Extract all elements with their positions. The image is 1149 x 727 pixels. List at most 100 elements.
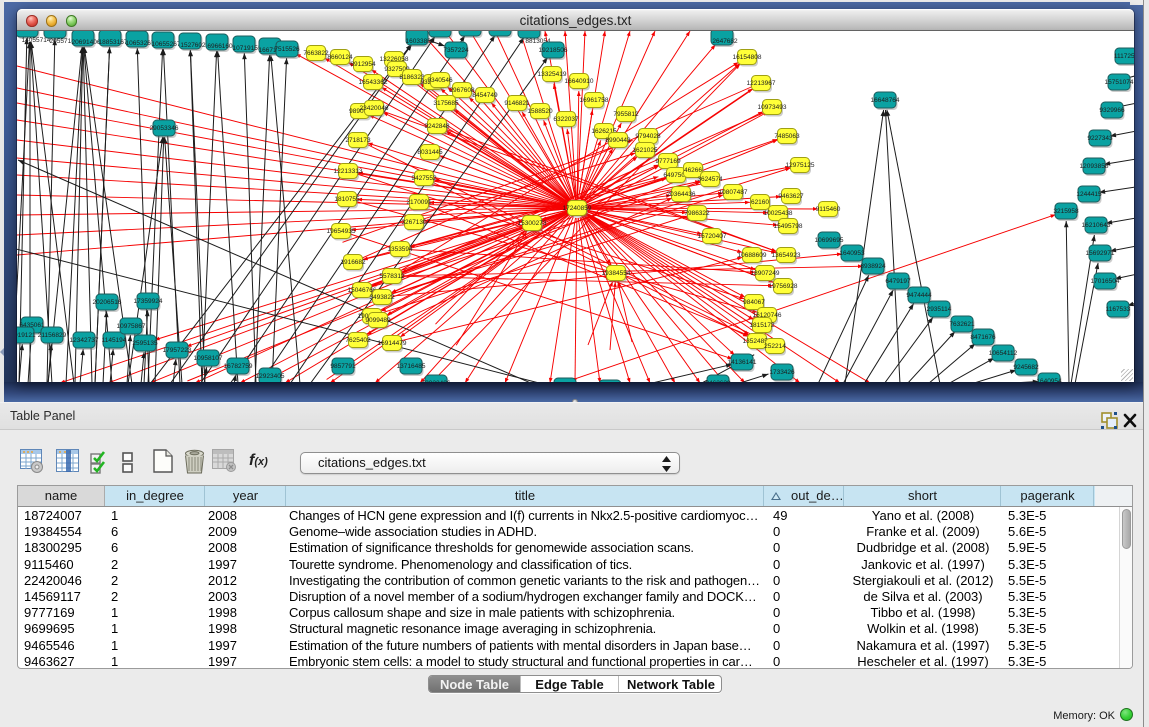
svg-text:1916682: 1916682 <box>340 259 366 266</box>
svg-text:7986322: 7986322 <box>684 210 710 217</box>
svg-text:13325419: 13325419 <box>538 71 567 78</box>
svg-text:8660124: 8660124 <box>327 54 353 61</box>
svg-text:1810755: 1810755 <box>334 196 360 203</box>
svg-text:21156829: 21156829 <box>38 332 67 339</box>
svg-text:9427552: 9427552 <box>411 175 437 182</box>
svg-text:1588520: 1588520 <box>527 108 553 115</box>
svg-text:16961758: 16961758 <box>580 97 609 104</box>
svg-text:16154808: 16154808 <box>733 54 762 61</box>
svg-text:14136141: 14136141 <box>728 359 757 366</box>
svg-text:9857791: 9857791 <box>330 363 356 370</box>
svg-text:12213967: 12213967 <box>747 80 776 87</box>
svg-text:20691406: 20691406 <box>72 39 101 46</box>
svg-text:1353594: 1353594 <box>387 246 413 253</box>
svg-text:8938924: 8938924 <box>860 263 886 270</box>
svg-text:10653267: 10653267 <box>126 40 155 47</box>
svg-text:10654112: 10654112 <box>989 350 1018 357</box>
svg-text:2595135: 2595135 <box>132 340 158 347</box>
svg-text:1167533: 1167533 <box>1106 306 1131 313</box>
svg-text:10655267: 10655267 <box>152 41 181 48</box>
svg-text:15751074: 15751074 <box>1105 79 1134 86</box>
svg-text:13654923: 13654923 <box>772 252 801 259</box>
svg-text:12213313: 12213313 <box>334 168 363 175</box>
svg-text:9329966: 9329966 <box>1099 107 1125 114</box>
svg-text:8031445: 8031445 <box>417 149 443 156</box>
svg-text:13716485: 13716485 <box>397 363 426 370</box>
svg-text:16543362: 16543362 <box>359 79 388 86</box>
svg-text:16033809: 16033809 <box>406 38 435 45</box>
svg-text:6966160: 6966160 <box>207 43 233 50</box>
svg-text:12923405: 12923405 <box>256 373 285 380</box>
svg-text:3919121: 3919121 <box>17 332 36 339</box>
svg-text:17359924: 17359924 <box>134 298 163 305</box>
svg-text:9099489: 9099489 <box>365 317 391 324</box>
svg-text:16648764: 16648764 <box>871 97 900 104</box>
svg-text:15495798: 15495798 <box>774 223 803 230</box>
svg-text:3267130: 3267130 <box>401 219 427 226</box>
svg-text:7955812: 7955812 <box>613 111 639 118</box>
svg-text:20364436: 20364436 <box>667 191 696 198</box>
svg-text:16782759: 16782759 <box>224 363 253 370</box>
svg-text:10807487: 10807487 <box>719 189 748 196</box>
svg-text:9115460: 9115460 <box>816 206 841 213</box>
svg-text:12342737: 12342737 <box>70 337 99 344</box>
svg-text:6479197: 6479197 <box>885 278 911 285</box>
svg-text:62160: 62160 <box>751 199 769 206</box>
svg-text:7632621: 7632621 <box>949 321 975 328</box>
svg-text:10958107: 10958107 <box>194 355 223 362</box>
svg-text:9146821: 9146821 <box>504 100 530 107</box>
svg-text:8990443: 8990443 <box>605 137 631 144</box>
svg-text:17016504: 17016504 <box>1091 278 1120 285</box>
svg-text:9777169: 9777169 <box>655 158 681 165</box>
svg-text:1527602: 1527602 <box>180 42 206 49</box>
svg-text:1244415: 1244415 <box>1076 191 1102 198</box>
svg-text:9794028: 9794028 <box>635 133 661 140</box>
svg-text:18853167: 18853167 <box>99 39 128 46</box>
svg-text:7357224: 7357224 <box>443 47 469 54</box>
svg-text:8454749: 8454749 <box>472 92 498 99</box>
svg-text:9340546: 9340546 <box>427 77 453 84</box>
svg-text:9463627: 9463627 <box>778 193 804 200</box>
svg-text:984067: 984067 <box>743 299 765 306</box>
svg-text:46266: 46266 <box>684 167 702 174</box>
svg-text:16914479: 16914479 <box>378 340 407 347</box>
svg-text:16210643: 16210643 <box>1082 222 1111 229</box>
svg-text:12975125: 12975125 <box>786 162 815 169</box>
svg-text:12093858: 12093858 <box>1080 163 1109 170</box>
svg-text:2718173: 2718173 <box>345 137 371 144</box>
svg-text:7485063: 7485063 <box>774 133 800 140</box>
svg-text:2967608: 2967608 <box>449 87 475 94</box>
svg-text:16640910: 16640910 <box>565 78 594 85</box>
svg-text:2935114: 2935114 <box>927 306 952 313</box>
svg-text:15692971: 15692971 <box>1086 250 1115 257</box>
svg-text:8912954: 8912954 <box>350 61 376 68</box>
svg-text:10688609: 10688609 <box>738 252 767 259</box>
svg-text:9245682: 9245682 <box>1013 364 1039 371</box>
svg-text:19384554: 19384554 <box>602 270 631 277</box>
svg-text:1621025: 1621025 <box>632 147 658 154</box>
svg-text:17240859: 17240859 <box>563 205 592 212</box>
svg-text:12023406: 12023406 <box>422 380 451 382</box>
svg-text:7625402: 7625402 <box>345 337 371 344</box>
svg-text:2647682: 2647682 <box>712 38 738 45</box>
svg-text:1117252: 1117252 <box>1114 53 1134 60</box>
svg-text:9474444: 9474444 <box>906 292 932 299</box>
svg-text:1640953: 1640953 <box>839 250 865 257</box>
svg-text:10699695: 10699695 <box>815 237 844 244</box>
svg-text:1733426: 1733426 <box>769 369 795 376</box>
svg-text:9227343: 9227343 <box>1087 135 1113 142</box>
svg-text:20206516: 20206516 <box>93 299 122 306</box>
svg-text:2170091: 2170091 <box>406 199 432 206</box>
svg-text:23420046: 23420046 <box>360 105 389 112</box>
svg-text:19654935: 19654935 <box>327 228 356 235</box>
svg-text:15720407: 15720407 <box>698 233 727 240</box>
svg-text:10025438: 10025438 <box>764 210 793 217</box>
svg-text:19218506: 19218506 <box>539 47 568 54</box>
svg-text:1145194: 1145194 <box>102 337 127 344</box>
svg-text:252214: 252214 <box>764 343 786 350</box>
svg-text:1640954: 1640954 <box>1036 378 1062 382</box>
svg-text:15300273: 15300273 <box>518 220 547 227</box>
svg-text:17957223: 17957223 <box>163 347 192 354</box>
svg-text:6322037: 6322037 <box>553 116 579 123</box>
svg-text:18907249: 18907249 <box>751 270 780 277</box>
